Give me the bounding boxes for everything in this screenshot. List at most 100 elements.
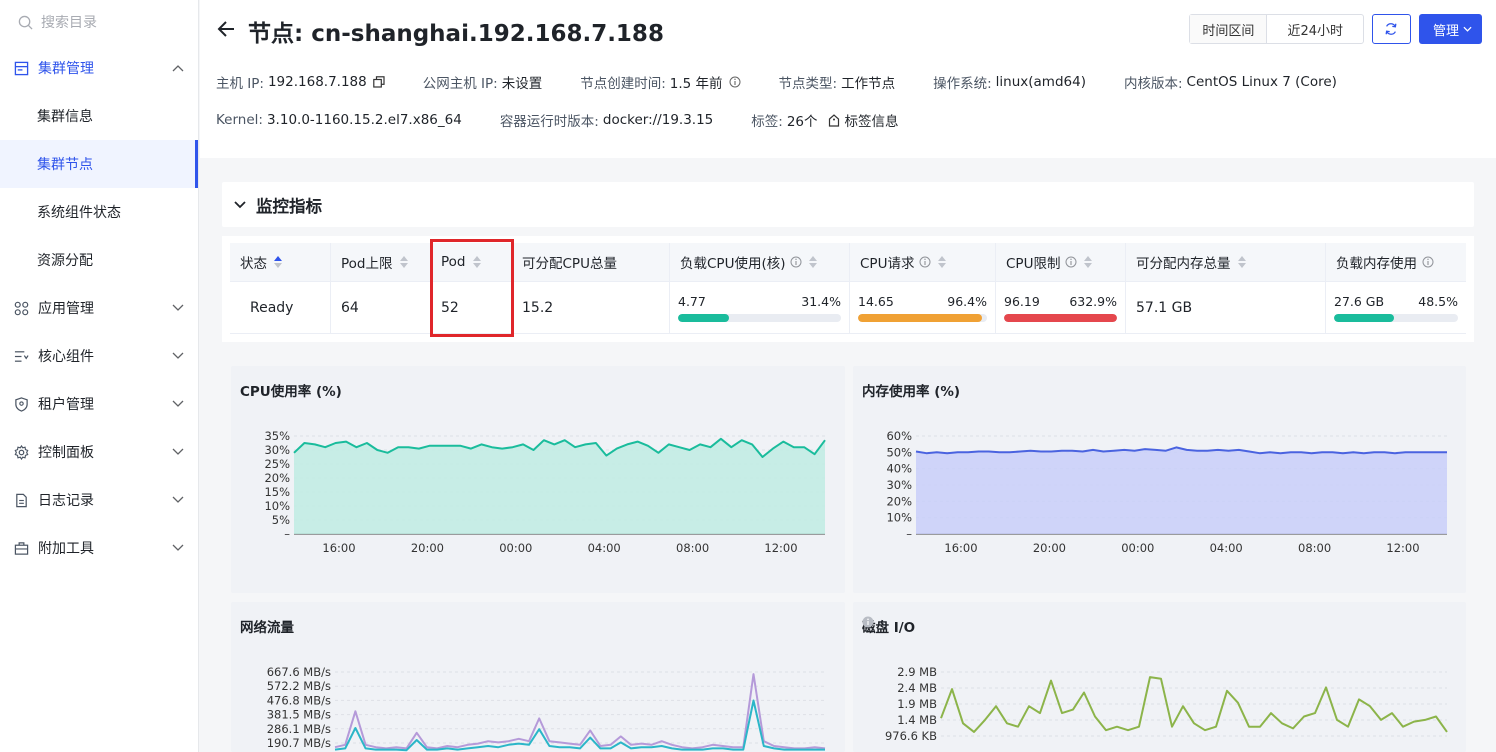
- operating-system: 操作系统: linux(amd64): [933, 72, 1086, 92]
- pod-cell: 52: [431, 282, 511, 334]
- tenant-icon: [12, 395, 30, 413]
- col-pod-limit: Pod上限 64: [331, 243, 431, 334]
- cpu-limit-progress: [1004, 314, 1117, 322]
- info-icon[interactable]: [1422, 256, 1434, 268]
- col-cpu-request: CPU请求 14.65 96.4%: [850, 243, 996, 334]
- chevron-up-icon: [172, 60, 184, 76]
- progress-track: [1334, 314, 1458, 322]
- copy-icon[interactable]: [372, 76, 385, 88]
- nav-group-tenants[interactable]: 租户管理: [0, 380, 198, 428]
- y-tick-label: 5%: [272, 513, 290, 527]
- x-tick-label: 04:00: [588, 541, 621, 555]
- header-label: 可分配内存总量: [1136, 256, 1231, 272]
- sort-icon[interactable]: [274, 256, 282, 268]
- area-fill: [916, 447, 1447, 534]
- manage-dropdown-button[interactable]: 管理: [1418, 14, 1482, 44]
- sidebar-item-cluster-info[interactable]: 集群信息: [0, 92, 198, 140]
- y-tick-label: 35%: [264, 429, 290, 443]
- y-tick-label: 381.5 MB/s: [267, 708, 331, 722]
- x-tick-label: 20:00: [411, 541, 444, 555]
- sort-icon[interactable]: [399, 256, 408, 268]
- column-header[interactable]: 状态: [230, 243, 330, 282]
- kernel-version-value: CentOS Linux 7 (Core): [1186, 74, 1337, 90]
- header-label: 状态: [240, 256, 267, 272]
- y-tick-label: 2.4 MB: [897, 681, 937, 695]
- back-arrow-icon[interactable]: [216, 20, 236, 42]
- y-tick-label: 25%: [264, 457, 290, 471]
- mem-usage-cell: 27.6 GB 48.5%: [1326, 282, 1466, 334]
- chevron-down-icon: [172, 444, 184, 460]
- node-info-row-1: 主机 IP: 192.168.7.188 公网主机 IP: 未设置 节点创建时间…: [216, 72, 1375, 92]
- column-header[interactable]: CPU请求: [850, 243, 995, 282]
- column-header[interactable]: CPU限制: [996, 243, 1125, 282]
- sidebar-item-system-components[interactable]: 系统组件状态: [0, 188, 198, 236]
- container-runtime: 容器运行时版本: docker://19.3.15: [500, 110, 713, 130]
- column-header[interactable]: 可分配内存总量: [1126, 243, 1325, 282]
- mem-usage-percent: 48.5%: [1418, 294, 1458, 309]
- column-header[interactable]: Pod上限: [331, 243, 430, 282]
- nav-group-cluster[interactable]: 集群管理: [0, 44, 198, 92]
- nav-group-apps[interactable]: 应用管理: [0, 284, 198, 332]
- y-tick-label: 10%: [886, 511, 912, 525]
- sidebar-item-resource-allocation[interactable]: 资源分配: [0, 236, 198, 284]
- chevron-down-icon: [172, 396, 184, 412]
- kernel-label: Kernel:: [216, 112, 263, 128]
- search-icon: [18, 15, 33, 30]
- node-header: 节点: cn-shanghai.192.168.7.188 时间区间 近24小时…: [200, 0, 1496, 158]
- labels-info-link[interactable]: 标签信息: [845, 110, 899, 130]
- chart-svg: 2.9 MB 2.4 MB 1.9 MB 1.4 MB 976.6 KB: [885, 665, 1448, 743]
- sidebar: 搜索目录 集群管理 集群信息 集群节点 系统组件状态 资源分配 应用管理 核心组…: [0, 0, 199, 752]
- cpu-usage-chart: CPU使用率 (%) 35% 30% 25% 20% 15% 10% 5% –16:00 20:…: [231, 366, 845, 593]
- y-tick-label: –: [284, 527, 290, 541]
- cpu-usage-percent: 31.4%: [801, 294, 841, 309]
- sidebar-search[interactable]: 搜索目录: [0, 0, 198, 44]
- header-label: 可分配CPU总量: [522, 256, 617, 272]
- monitoring-section: 监控指标 状态 Ready Pod上限 64 Pod 52 可分配CPU总量 1…: [222, 182, 1474, 342]
- column-header[interactable]: 负载内存使用: [1326, 243, 1466, 282]
- y-tick-label: 20%: [264, 471, 290, 485]
- column-header[interactable]: Pod: [431, 243, 511, 282]
- components-icon: [12, 347, 30, 365]
- mem-alloc-cell: 57.1 GB: [1126, 282, 1325, 334]
- sort-icon[interactable]: [1084, 256, 1093, 268]
- search-placeholder: 搜索目录: [41, 15, 97, 31]
- title-row: 节点: cn-shanghai.192.168.7.188: [216, 14, 664, 48]
- public-ip-label: 公网主机 IP:: [422, 76, 498, 92]
- nav-group-addons[interactable]: 附加工具: [0, 524, 198, 572]
- info-icon[interactable]: [790, 256, 802, 268]
- nav-group-label: 租户管理: [38, 397, 94, 413]
- column-header[interactable]: 负载CPU使用(核): [670, 243, 849, 282]
- public-ip-value: 未设置: [501, 76, 543, 92]
- chart-svg: 60% 50% 40% 30% 20% 10% – 16:00 20:00 00:00 04:00 0…: [886, 429, 1447, 555]
- host-ip-value: 192.168.7.188: [267, 74, 367, 90]
- section-header[interactable]: 监控指标: [222, 182, 1474, 227]
- header-label: CPU限制: [1006, 256, 1061, 272]
- nav-group-logs[interactable]: 日志记录: [0, 476, 198, 524]
- info-icon[interactable]: [1065, 256, 1077, 268]
- col-mem-alloc: 可分配内存总量 57.1 GB: [1126, 243, 1326, 334]
- kernel-value: 3.10.0-1160.15.2.el7.x86_64: [266, 112, 462, 128]
- info-icon[interactable]: [919, 256, 931, 268]
- column-header[interactable]: 可分配CPU总量: [512, 243, 669, 282]
- apps-icon: [12, 299, 30, 317]
- header-label: Pod上限: [341, 256, 393, 272]
- sort-icon[interactable]: [1237, 256, 1246, 268]
- sort-icon[interactable]: [938, 256, 947, 268]
- runtime-label: 容器运行时版本:: [499, 114, 599, 130]
- y-tick-label: 2.9 MB: [897, 665, 937, 679]
- time-range-value[interactable]: 近24小时: [1267, 15, 1363, 43]
- sort-icon[interactable]: [809, 256, 818, 268]
- y-tick-label: 60%: [886, 429, 912, 443]
- info-icon[interactable]: [729, 76, 741, 88]
- cpu-request-value: 14.65: [858, 294, 894, 309]
- sidebar-item-cluster-nodes[interactable]: 集群节点: [0, 140, 198, 188]
- nav-group-label: 日志记录: [38, 493, 94, 509]
- nav-group-core-components[interactable]: 核心组件: [0, 332, 198, 380]
- pod-limit-cell: 64: [331, 282, 430, 334]
- header-label: CPU请求: [860, 256, 915, 272]
- sort-icon[interactable]: [472, 256, 481, 268]
- nav-group-control-panel[interactable]: 控制面板: [0, 428, 198, 476]
- chevron-down-icon[interactable]: [234, 197, 246, 213]
- time-range-selector[interactable]: 时间区间 近24小时: [1189, 14, 1364, 44]
- refresh-button[interactable]: [1371, 14, 1411, 44]
